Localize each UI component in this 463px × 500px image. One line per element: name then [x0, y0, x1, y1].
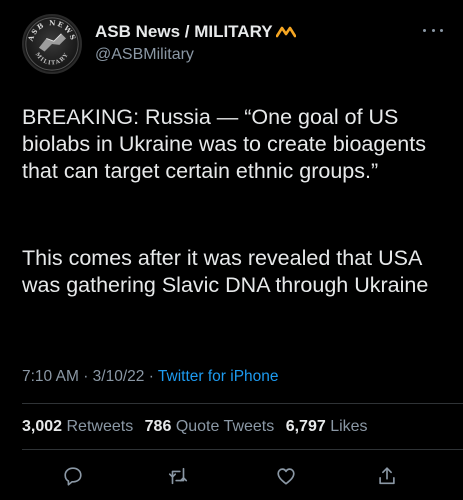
tweet-meta: 7:10 AM · 3/10/22 · Twitter for iPhone: [22, 368, 279, 386]
svg-text:ASB NEWS: ASB NEWS: [25, 18, 78, 43]
avatar[interactable]: ASB NEWS MILITARY: [22, 14, 82, 74]
tweet-time[interactable]: 7:10 AM: [22, 368, 79, 385]
more-options-icon[interactable]: [423, 26, 443, 34]
quotes-count: 786: [144, 418, 172, 435]
badge-icon: [275, 25, 296, 39]
tweet-stats: 3,002 Retweets 786 Quote Tweets 6,797 Li…: [22, 418, 375, 436]
quotes-label: Quote Tweets: [175, 418, 275, 435]
likes-label: Likes: [330, 418, 368, 435]
tweet-date[interactable]: 3/10/22: [93, 368, 145, 385]
reply-icon[interactable]: [59, 462, 87, 490]
svg-text:MILITARY: MILITARY: [34, 52, 70, 67]
retweets-stat[interactable]: 3,002 Retweets: [22, 418, 133, 435]
avatar-text-top: ASB NEWS: [25, 18, 76, 43]
tweet-paragraph-1: BREAKING: Russia — “One goal of US biola…: [22, 105, 426, 183]
likes-stat[interactable]: 6,797 Likes: [286, 418, 368, 435]
likes-count: 6,797: [285, 418, 326, 435]
divider: [22, 449, 463, 450]
retweets-count: 3,002: [22, 418, 63, 435]
divider: [22, 403, 463, 404]
meta-separator: ·: [83, 368, 89, 385]
avatar-text-bottom: MILITARY: [34, 52, 69, 67]
tweet-paragraph-2: This comes after it was revealed that US…: [22, 246, 429, 297]
like-icon[interactable]: [272, 462, 300, 490]
author-name-text: ASB News / MILITARY: [95, 22, 273, 41]
author-handle[interactable]: @ASBMilitary: [95, 46, 194, 64]
retweets-label: Retweets: [66, 418, 134, 435]
share-icon[interactable]: [373, 462, 401, 490]
tweet-source-link[interactable]: Twitter for iPhone: [158, 368, 279, 385]
meta-separator: ·: [148, 368, 154, 385]
quotes-stat[interactable]: 786 Quote Tweets: [145, 418, 275, 435]
retweet-icon[interactable]: [164, 462, 192, 490]
author-name[interactable]: ASB News / MILITARY: [95, 22, 296, 42]
action-bar: [0, 462, 463, 492]
